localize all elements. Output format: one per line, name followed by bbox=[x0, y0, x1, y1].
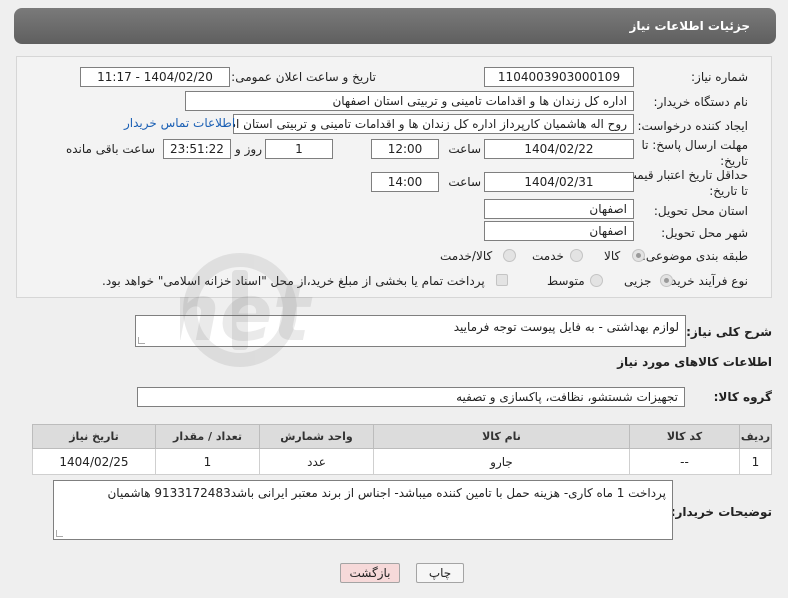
goods-table-header-row: ردیف کد کالا نام کالا واحد شمارش تعداد /… bbox=[32, 424, 772, 449]
goods-info-title: اطلاعات کالاهای مورد نیاز bbox=[617, 355, 772, 369]
buyer-contact-link[interactable]: اطلاعات تماس خریدار bbox=[124, 116, 235, 130]
reply-time-label: ساعت bbox=[448, 142, 481, 156]
cell-code: -- bbox=[629, 448, 740, 475]
days-count-field: 1 bbox=[265, 139, 333, 159]
price-date-field: 1404/02/31 bbox=[484, 172, 634, 192]
province-field: اصفهان bbox=[484, 199, 634, 219]
process-medium-label: متوسط bbox=[547, 274, 585, 288]
col-header-need-date: تاریخ نیاز bbox=[32, 424, 156, 449]
treasury-payment-note: پرداخت تمام یا بخشی از مبلغ خرید،از محل … bbox=[102, 274, 485, 288]
city-label: شهر محل تحویل: bbox=[661, 226, 748, 240]
buyer-org-label: نام دستگاه خریدار: bbox=[653, 95, 749, 109]
need-number-field: 1104003903000109 bbox=[484, 67, 634, 87]
col-header-unit: واحد شمارش bbox=[259, 424, 374, 449]
col-header-code: کد کالا bbox=[629, 424, 740, 449]
creator-label: ایجاد کننده درخواست: bbox=[637, 119, 748, 133]
resize-handle-icon[interactable] bbox=[56, 530, 63, 537]
cell-unit: عدد bbox=[259, 448, 374, 475]
days-label: روز و bbox=[235, 142, 262, 156]
reply-deadline-label: مهلت ارسال پاسخ: تا تاریخ: bbox=[641, 138, 748, 168]
announce-datetime-field: 1404/02/20 - 11:17 bbox=[80, 67, 230, 87]
back-button[interactable]: بازگشت bbox=[340, 563, 400, 583]
page-title: جزئیات اطلاعات نیاز bbox=[629, 19, 750, 33]
category-service-label: خدمت bbox=[532, 249, 564, 263]
goods-group-field: تجهیزات شستشو، نظافت، پاکسازی و تصفیه bbox=[137, 387, 685, 407]
category-service-radio[interactable] bbox=[570, 249, 583, 262]
process-minor-label: جزیی bbox=[624, 274, 652, 288]
goods-table: ردیف کد کالا نام کالا واحد شمارش تعداد /… bbox=[32, 424, 772, 475]
goods-group-label: گروه کالا: bbox=[713, 390, 772, 404]
buyer-notes-textarea[interactable]: پرداخت 1 ماه کاری- هزینه حمل با تامین کن… bbox=[53, 480, 673, 540]
col-header-name: نام کالا bbox=[373, 424, 630, 449]
price-time-label: ساعت bbox=[448, 175, 481, 189]
resize-handle-icon[interactable] bbox=[138, 337, 145, 344]
page-header: جزئیات اطلاعات نیاز bbox=[14, 8, 776, 44]
summary-text: لوازم بهداشتی - به فایل پیوست توجه فرمای… bbox=[453, 320, 679, 334]
city-field: اصفهان bbox=[484, 221, 634, 241]
cell-name: جارو bbox=[373, 448, 630, 475]
remaining-time-field: 23:51:22 bbox=[163, 139, 231, 159]
remaining-label: ساعت باقی مانده bbox=[65, 142, 155, 156]
process-medium-radio[interactable] bbox=[590, 274, 603, 287]
need-number-label: شماره نیاز: bbox=[691, 70, 748, 84]
buyer-org-field: اداره کل زندان ها و اقدامات تامینی و ترب… bbox=[185, 91, 634, 111]
province-label: استان محل تحویل: bbox=[653, 204, 748, 218]
col-header-quantity: تعداد / مقدار bbox=[155, 424, 260, 449]
process-minor-radio[interactable] bbox=[660, 274, 673, 287]
creator-field: روح اله هاشمیان کارپرداز اداره کل زندان … bbox=[233, 114, 634, 134]
price-time-field: 14:00 bbox=[371, 172, 439, 192]
buyer-notes-label: توضیحات خریدار: bbox=[670, 505, 772, 519]
table-row: 1 -- جارو عدد 1 1404/02/25 bbox=[32, 448, 772, 475]
category-goods-label: کالا bbox=[604, 249, 621, 263]
category-both-label: کالا/خدمت bbox=[440, 249, 493, 263]
cell-quantity: 1 bbox=[155, 448, 260, 475]
process-type-label: نوع فرآیند خرید : bbox=[663, 274, 748, 288]
announce-label: تاریخ و ساعت اعلان عمومی: bbox=[231, 70, 376, 84]
treasury-payment-checkbox[interactable] bbox=[496, 274, 508, 286]
reply-date-field: 1404/02/22 bbox=[484, 139, 634, 159]
min-price-validity-label: حداقل تاریخ اعتبار قیمت: تا تاریخ: bbox=[621, 168, 748, 198]
cell-need-date: 1404/02/25 bbox=[32, 448, 156, 475]
col-header-row-number: ردیف bbox=[739, 424, 772, 449]
category-both-radio[interactable] bbox=[503, 249, 516, 262]
cell-row-number: 1 bbox=[739, 448, 772, 475]
summary-textarea[interactable]: لوازم بهداشتی - به فایل پیوست توجه فرمای… bbox=[135, 315, 686, 347]
category-goods-radio[interactable] bbox=[632, 249, 645, 262]
reply-time-field: 12:00 bbox=[371, 139, 439, 159]
print-button[interactable]: چاپ bbox=[416, 563, 464, 583]
category-label: طبقه بندی موضوعی: bbox=[641, 249, 748, 263]
summary-label: شرح کلی نیاز: bbox=[686, 325, 772, 339]
buyer-notes-text: پرداخت 1 ماه کاری- هزینه حمل با تامین کن… bbox=[107, 486, 666, 500]
